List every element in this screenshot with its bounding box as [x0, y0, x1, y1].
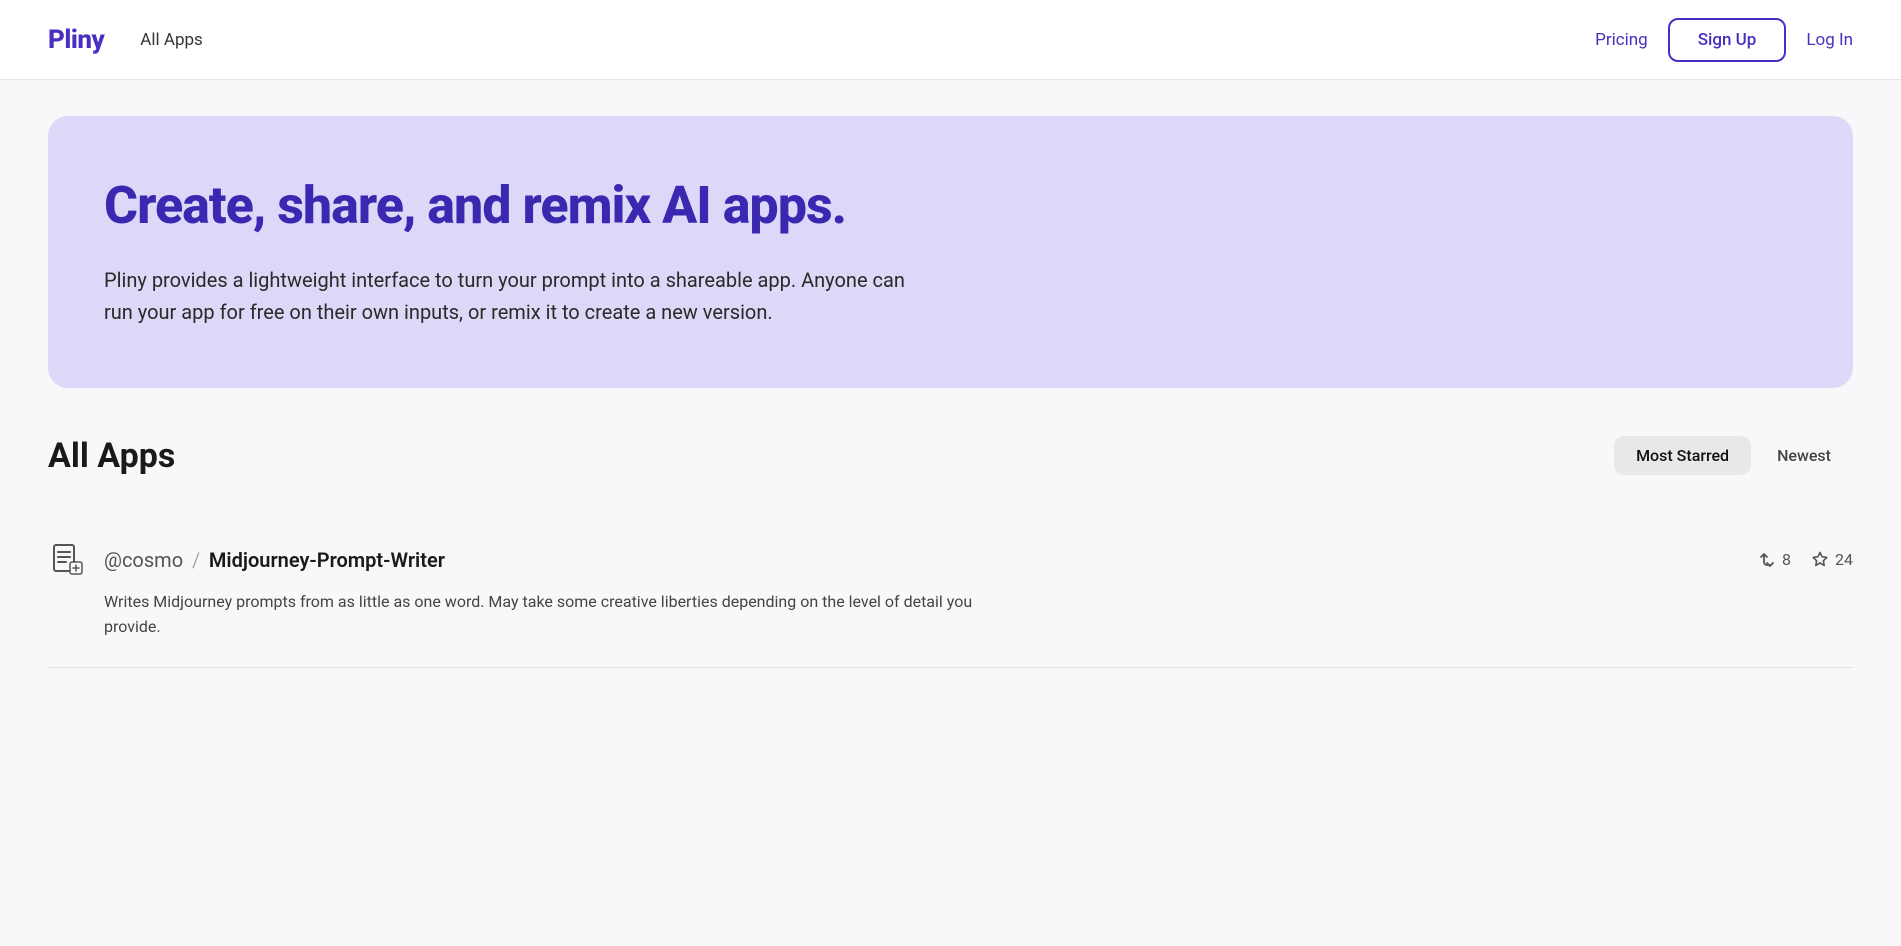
star-icon — [1811, 551, 1829, 569]
sort-buttons: Most Starred Newest — [1614, 436, 1853, 475]
apps-section: All Apps Most Starred Newest — [48, 436, 1853, 669]
sort-newest[interactable]: Newest — [1755, 436, 1853, 475]
app-title-row: @cosmo / Midjourney-Prompt-Writer — [48, 540, 445, 580]
sort-most-starred[interactable]: Most Starred — [1614, 436, 1751, 475]
app-icon — [48, 540, 88, 580]
remix-icon — [1758, 551, 1776, 569]
app-name: @cosmo / Midjourney-Prompt-Writer — [104, 548, 445, 572]
apps-header: All Apps Most Starred Newest — [48, 436, 1853, 476]
nav-all-apps[interactable]: All Apps — [140, 30, 203, 50]
brand-logo[interactable]: Pliny — [48, 25, 104, 55]
app-list: @cosmo / Midjourney-Prompt-Writer 8 — [48, 512, 1853, 669]
star-number: 24 — [1835, 550, 1853, 569]
nav-pricing[interactable]: Pricing — [1595, 30, 1648, 50]
app-title: Midjourney-Prompt-Writer — [209, 548, 445, 572]
login-link[interactable]: Log In — [1806, 30, 1853, 50]
app-item-header: @cosmo / Midjourney-Prompt-Writer 8 — [48, 540, 1853, 580]
app-description: Writes Midjourney prompts from as little… — [104, 590, 1004, 640]
apps-section-title: All Apps — [48, 436, 175, 476]
app-item[interactable]: @cosmo / Midjourney-Prompt-Writer 8 — [48, 512, 1853, 669]
hero-section: Create, share, and remix AI apps. Pliny … — [48, 116, 1853, 388]
hero-title: Create, share, and remix AI apps. — [104, 176, 1797, 236]
nav-left: Pliny All Apps — [48, 25, 203, 55]
remix-count: 8 — [1758, 550, 1791, 569]
app-stats: 8 24 — [1758, 550, 1853, 569]
navbar: Pliny All Apps Pricing Sign Up Log In — [0, 0, 1901, 80]
nav-right: Pricing Sign Up Log In — [1595, 18, 1853, 62]
remix-number: 8 — [1782, 550, 1791, 569]
star-count: 24 — [1811, 550, 1853, 569]
hero-description: Pliny provides a lightweight interface t… — [104, 264, 924, 328]
signup-button[interactable]: Sign Up — [1668, 18, 1787, 62]
app-author: @cosmo — [104, 548, 183, 572]
